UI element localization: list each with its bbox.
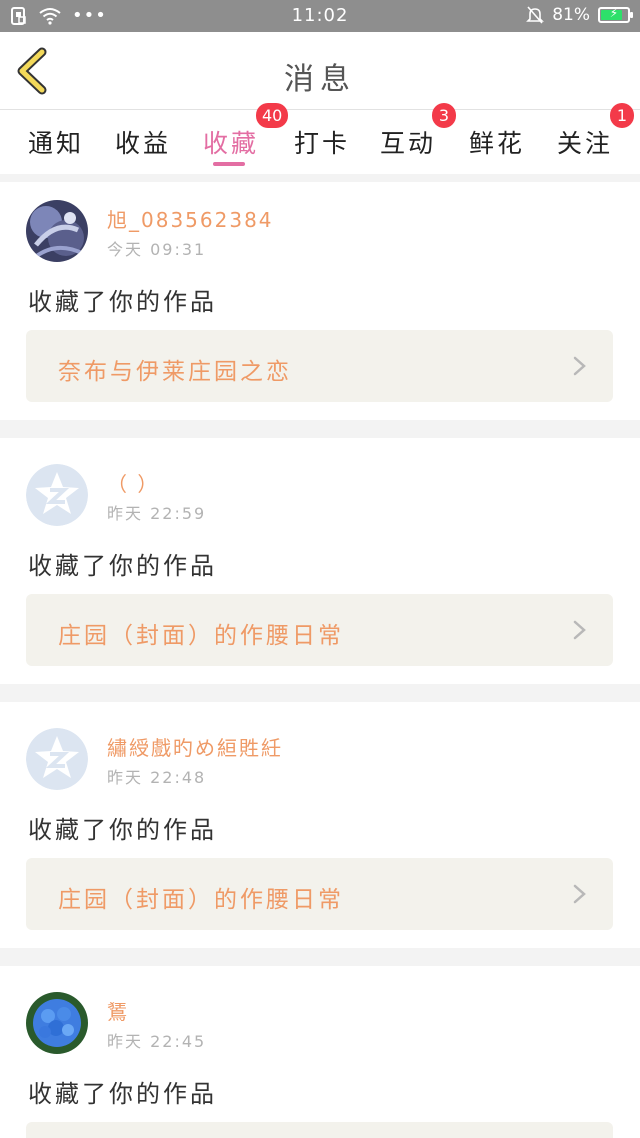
action-text: 收藏了你的作品 bbox=[28, 288, 217, 316]
active-tab-indicator bbox=[213, 162, 246, 166]
status-right-icons: 81% ⚡ bbox=[526, 5, 633, 25]
chevron-right-icon bbox=[573, 620, 586, 640]
message-time: 今天 09:31 bbox=[107, 240, 207, 259]
work-title: 庄园（封面）的作腰日常 bbox=[58, 887, 344, 913]
qzone-default-avatar-icon bbox=[26, 728, 88, 790]
username[interactable]: 旭_083562384 bbox=[107, 204, 274, 233]
work-title: 奈布与伊莱庄园之恋 bbox=[58, 359, 292, 385]
message-time: 昨天 22:48 bbox=[107, 768, 207, 787]
tab-favorites[interactable]: 收藏 bbox=[203, 124, 260, 166]
action-text: 收藏了你的作品 bbox=[28, 552, 217, 580]
tab-label: 收藏 bbox=[203, 129, 260, 158]
tab-label: 关注 bbox=[557, 129, 614, 158]
tab-label: 通知 bbox=[28, 129, 85, 158]
page-title: 消息 bbox=[284, 62, 356, 97]
work-link[interactable]: 庄园（封面）的作腰日常 bbox=[26, 858, 613, 930]
tab-label: 鲜花 bbox=[469, 129, 526, 158]
chevron-right-icon bbox=[573, 884, 586, 904]
avatar[interactable] bbox=[26, 464, 88, 526]
tab-label: 收益 bbox=[115, 129, 172, 158]
tab-bar: 通知 收益 收藏 打卡 互动 鲜花 关注 bbox=[0, 110, 640, 174]
tab-earnings[interactable]: 收益 bbox=[115, 124, 171, 160]
tab-notice[interactable]: 通知 bbox=[28, 124, 84, 160]
action-text: 收藏了你的作品 bbox=[28, 1080, 217, 1108]
battery-icon: ⚡ bbox=[598, 6, 633, 23]
charging-bolt-icon: ⚡ bbox=[609, 6, 619, 20]
avatar[interactable] bbox=[26, 992, 88, 1054]
favorites-badge: 40 bbox=[256, 103, 289, 128]
avatar[interactable] bbox=[26, 728, 88, 790]
hydrangea-photo-avatar bbox=[26, 992, 88, 1054]
username[interactable]: 繡綬戲旳め絙貹紝 bbox=[107, 732, 283, 761]
avatar[interactable] bbox=[26, 200, 88, 262]
user-photo-avatar bbox=[26, 200, 88, 262]
qzone-default-avatar-icon bbox=[26, 464, 88, 526]
message-card: （ ） 昨天 22:59 收藏了你的作品 庄园（封面）的作腰日常 bbox=[0, 438, 640, 684]
chevron-right-icon bbox=[573, 356, 586, 376]
tab-label: 互动 bbox=[380, 129, 437, 158]
work-title: 庄园（封面）的作腰日常 bbox=[58, 623, 344, 649]
work-link[interactable] bbox=[26, 1122, 613, 1138]
message-card: 鵟 昨天 22:45 收藏了你的作品 bbox=[0, 966, 640, 1138]
work-link[interactable]: 奈布与伊莱庄园之恋 bbox=[26, 330, 613, 402]
mute-bell-icon bbox=[526, 6, 545, 24]
username[interactable]: （ ） bbox=[107, 468, 159, 497]
action-text: 收藏了你的作品 bbox=[28, 816, 217, 844]
tab-flowers[interactable]: 鲜花 bbox=[469, 124, 525, 160]
tab-checkin[interactable]: 打卡 bbox=[294, 124, 350, 160]
tab-follow[interactable]: 关注 bbox=[557, 124, 613, 160]
header: 消息 bbox=[0, 32, 640, 110]
battery-percent: 81% bbox=[552, 5, 590, 25]
status-bar: ••• 11:02 81% ⚡ bbox=[0, 0, 640, 32]
tab-interaction[interactable]: 互动 bbox=[380, 124, 436, 160]
message-time: 昨天 22:45 bbox=[107, 1032, 207, 1051]
username[interactable]: 鵟 bbox=[107, 996, 129, 1025]
tab-label: 打卡 bbox=[294, 129, 351, 158]
interaction-badge: 3 bbox=[432, 103, 456, 128]
work-link[interactable]: 庄园（封面）的作腰日常 bbox=[26, 594, 613, 666]
message-card: 旭_083562384 今天 09:31 收藏了你的作品 奈布与伊莱庄园之恋 bbox=[0, 182, 640, 420]
follow-badge: 1 bbox=[610, 103, 634, 128]
message-card: 繡綬戲旳め絙貹紝 昨天 22:48 收藏了你的作品 庄园（封面）的作腰日常 bbox=[0, 702, 640, 948]
message-time: 昨天 22:59 bbox=[107, 504, 207, 523]
